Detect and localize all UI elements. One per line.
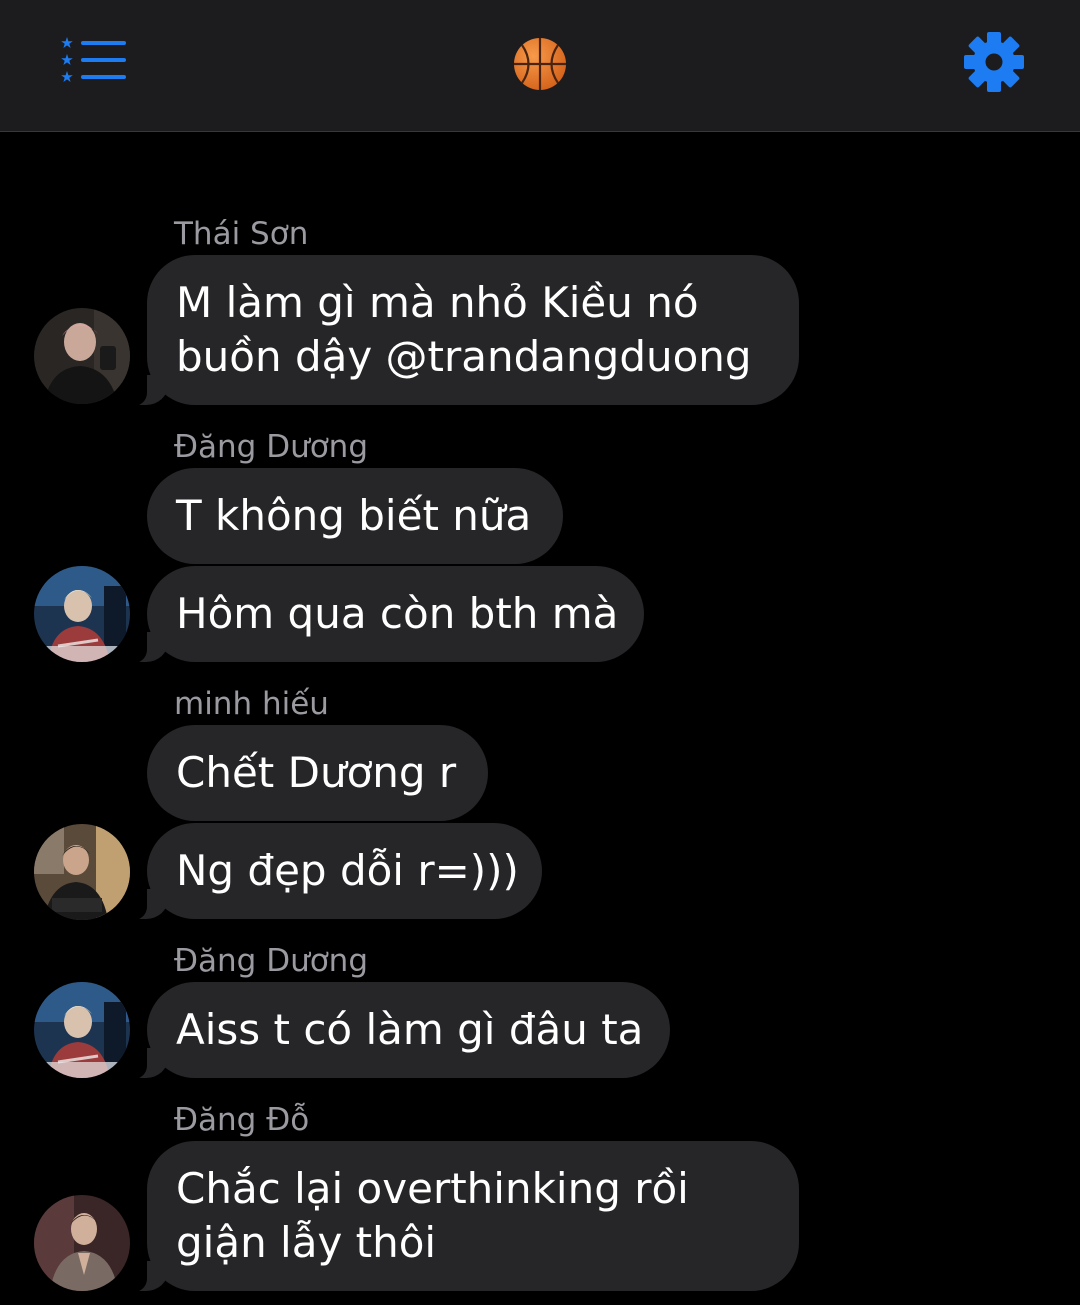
chat-header (0, 0, 1080, 132)
message-text-line: Hôm qua còn bth mà (176, 589, 619, 638)
sender-name: Đăng Đỗ (174, 1102, 310, 1138)
message-text-line: buồn dậy @trandangduong (176, 332, 752, 381)
sender-name: minh hiếu (174, 686, 329, 722)
settings-button[interactable] (958, 28, 1030, 96)
basketball-emoji[interactable] (505, 34, 575, 94)
list-star-icon (61, 37, 126, 82)
avatar[interactable] (34, 982, 130, 1078)
message-bubble[interactable]: Aiss t có làm gì đâu ta (117, 982, 670, 1080)
message-bubble[interactable]: M làm gì mà nhỏ Kiều nó buồn dậy @tranda… (117, 255, 799, 407)
message-text-line: giận lẫy thôi (176, 1218, 437, 1267)
message-text-line: Ng đẹp dỗi r=))) (176, 846, 519, 895)
message-text-line: Aiss t có làm gì đâu ta (176, 1005, 644, 1054)
message-text-line: Chắc lại overthinking rồi (176, 1164, 689, 1213)
message-text-line: M làm gì mà nhỏ Kiều nó (176, 278, 699, 327)
avatar[interactable] (34, 566, 130, 662)
message-bubble[interactable]: Ng đẹp dỗi r=))) (117, 823, 542, 921)
avatar[interactable] (34, 1195, 130, 1291)
message-bubble[interactable]: Chết Dương r (147, 725, 488, 821)
sender-name: Đăng Dương (174, 429, 369, 465)
menu-button[interactable] (58, 30, 130, 90)
avatar[interactable] (34, 308, 130, 404)
gear-icon (964, 32, 1024, 92)
basketball-icon (514, 38, 566, 90)
sender-name: Đăng Dương (174, 943, 369, 979)
avatar[interactable] (34, 824, 130, 920)
message-bubble[interactable]: T không biết nữa (147, 468, 563, 564)
message-text-line: T không biết nữa (176, 491, 532, 540)
message-bubble[interactable]: Hôm qua còn bth mà (117, 566, 644, 664)
message-bubble[interactable]: Chắc lại overthinking rồi giận lẫy thôi (117, 1141, 799, 1293)
sender-name: Thái Sơn (174, 216, 309, 252)
message-thread[interactable]: Thái Sơn M làm gì mà nhỏ Kiều nó buồn dậ… (0, 132, 1080, 1305)
message-text-line: Chết Dương r (176, 748, 457, 797)
